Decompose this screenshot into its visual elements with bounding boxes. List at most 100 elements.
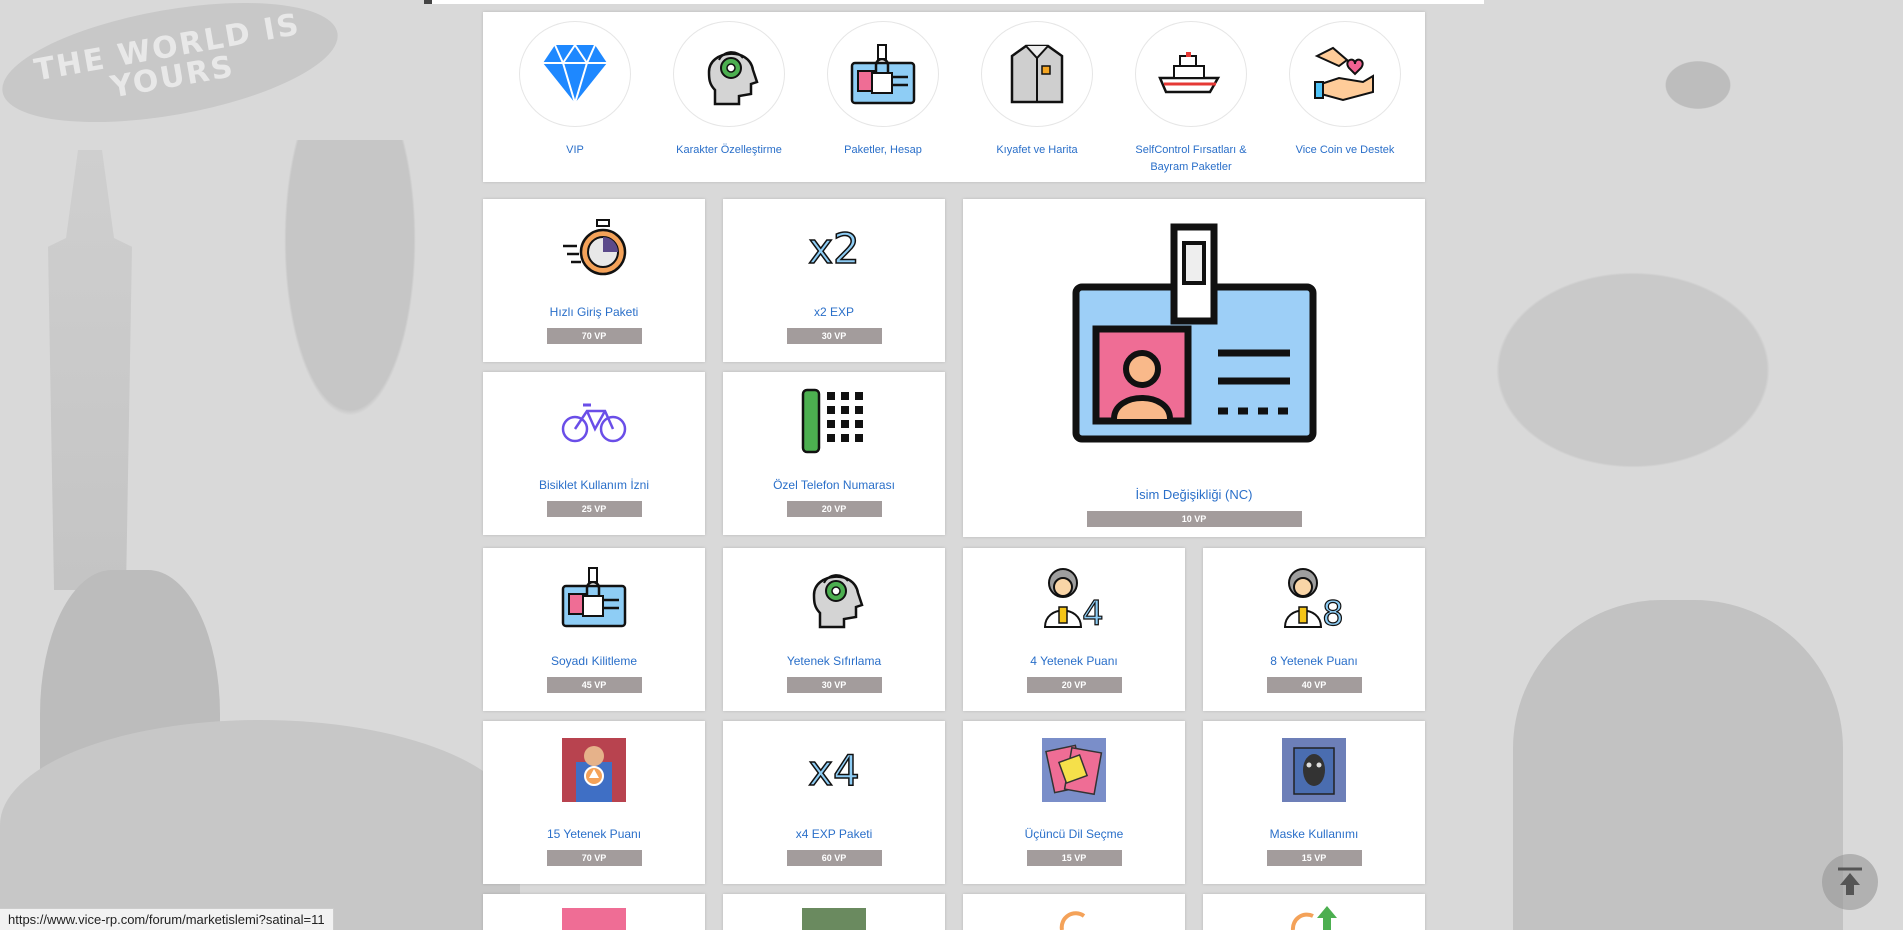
top-bar (424, 0, 1484, 4)
product-card-partial[interactable] (1203, 894, 1425, 930)
product-icon-wrap: x4 (801, 737, 867, 803)
phone-keypad-icon (801, 388, 863, 454)
product-name: 8 Yetenek Puanı (1270, 654, 1358, 668)
category-icon-circle (1289, 21, 1401, 127)
product-card-partial[interactable] (963, 894, 1185, 930)
product-price: 40 VP (1266, 677, 1362, 693)
locked-id-card-icon (850, 44, 916, 105)
hand-heart-icon (1314, 46, 1374, 102)
category-vip[interactable]: VIP (498, 12, 652, 182)
product-price: 20 VP (786, 501, 882, 517)
product-icon-wrap (561, 215, 627, 281)
palm-art (200, 140, 500, 640)
bicycle-icon (561, 403, 627, 443)
lighthouse-art (48, 150, 132, 590)
cards-photo-icon (1042, 738, 1106, 802)
product-name: İsim Değişikliği (NC) (1135, 487, 1253, 502)
product-icon-wrap: 8 (1281, 564, 1347, 630)
product-icon-wrap (561, 737, 627, 803)
svg-text:x2: x2 (808, 224, 860, 273)
car-art (0, 720, 520, 930)
category-strip: VIP Karakter Özelleştirme Paketler, Hesa… (483, 12, 1425, 182)
scientist-4-icon: 4 (1043, 568, 1104, 629)
product-name: Bisiklet Kullanım İzni (538, 478, 650, 492)
scientist-8-icon: 8 (1283, 568, 1344, 629)
character-art (1513, 600, 1843, 930)
product-name: Özel Telefon Numarası (773, 478, 895, 492)
product-icon-wrap: 4 (1041, 564, 1107, 630)
product-price: 20 VP (1026, 677, 1122, 693)
product-card[interactable]: x4 x4 EXP Paketi 60 VP (723, 721, 945, 884)
character-photo-icon (562, 738, 626, 802)
product-image-partial (802, 908, 866, 930)
product-card[interactable]: Yetenek Sıfırlama 30 VP (723, 548, 945, 711)
head-gear-icon (812, 574, 864, 629)
product-card[interactable]: Bisiklet Kullanım İzni 25 VP (483, 372, 705, 535)
product-price: 30 VP (786, 677, 882, 693)
product-card-featured[interactable]: İsim Değişikliği (NC) 10 VP (963, 199, 1425, 537)
mask-photo-icon (1282, 738, 1346, 802)
svg-text:4: 4 (1082, 594, 1104, 629)
upgrade-arrow-icon (1290, 906, 1337, 930)
head-gear-icon (707, 51, 759, 106)
arrow-up-icon (1838, 867, 1862, 895)
product-price: 70 VP (546, 850, 642, 866)
product-icon-wrap (561, 388, 627, 454)
product-card[interactable]: Soyadı Kilitleme 45 VP (483, 548, 705, 711)
product-icon-wrap (1072, 223, 1317, 453)
product-name: 15 Yetenek Puanı (546, 827, 642, 841)
refresh-arrow-icon (1059, 911, 1086, 930)
scroll-top-button[interactable] (1822, 854, 1878, 910)
ship-icon (1158, 52, 1221, 94)
product-name: Üçüncü Dil Seçme (1024, 827, 1124, 841)
product-card[interactable]: 4 4 Yetenek Puanı 20 VP (963, 548, 1185, 711)
id-badge-icon (1072, 223, 1316, 443)
product-name: x2 EXP (813, 305, 855, 319)
product-name: Yetenek Sıfırlama (786, 654, 882, 668)
category-icon-circle (981, 21, 1093, 127)
shirt-icon (1010, 44, 1064, 104)
product-icon-wrap (1041, 737, 1107, 803)
category-label: Kıyafet ve Harita (996, 144, 1078, 156)
category-icon-circle (1135, 21, 1247, 127)
category-icon-circle (673, 21, 785, 127)
svg-text:8: 8 (1322, 594, 1344, 629)
product-price: 15 VP (1026, 850, 1122, 866)
product-card[interactable]: Hızlı Giriş Paketi 70 VP (483, 199, 705, 362)
product-name: Hızlı Giriş Paketi (549, 305, 639, 319)
category-kiyafet[interactable]: Kıyafet ve Harita (960, 12, 1114, 182)
product-price: 25 VP (546, 501, 642, 517)
x4-icon: x4 (807, 745, 860, 795)
category-vice-coin[interactable]: Vice Coin ve Destek (1268, 12, 1422, 182)
product-name: 4 Yetenek Puanı (1030, 654, 1118, 668)
diamond-icon (543, 43, 607, 105)
product-card[interactable]: x2 x2 EXP 30 VP (723, 199, 945, 362)
category-selfcontrol[interactable]: SelfControl Fırsatları & Bayram Paketler (1114, 12, 1268, 182)
yacht-art (1423, 220, 1843, 520)
product-price: 30 VP (786, 328, 882, 344)
product-card[interactable]: Üçüncü Dil Seçme 15 VP (963, 721, 1185, 884)
product-icon-wrap (1281, 737, 1347, 803)
product-price: 70 VP (546, 328, 642, 344)
product-name: Soyadı Kilitleme (550, 654, 638, 668)
category-label: Karakter Özelleştirme (676, 144, 782, 156)
helicopter-art (1623, 30, 1773, 140)
product-card[interactable]: Özel Telefon Numarası 20 VP (723, 372, 945, 535)
status-url: https://www.vice-rp.com/forum/marketisle… (0, 908, 334, 930)
category-label: VIP (566, 144, 584, 156)
product-name: x4 EXP Paketi (795, 827, 873, 841)
product-card[interactable]: Maske Kullanımı 15 VP (1203, 721, 1425, 884)
product-card-partial[interactable] (483, 894, 705, 930)
product-icon-wrap (801, 388, 867, 454)
product-card-partial[interactable] (723, 894, 945, 930)
x2-icon: x2 (807, 223, 860, 273)
product-price: 60 VP (786, 850, 882, 866)
category-karakter[interactable]: Karakter Özelleştirme (652, 12, 806, 182)
category-icon-circle (827, 21, 939, 127)
product-card[interactable]: 8 8 Yetenek Puanı 40 VP (1203, 548, 1425, 711)
category-paketler[interactable]: Paketler, Hesap (806, 12, 960, 182)
product-icon-wrap: x2 (801, 215, 867, 281)
product-price: 10 VP (1086, 511, 1302, 527)
blimp-text: THE WORLD IS YOURS (31, 6, 304, 105)
product-card[interactable]: 15 Yetenek Puanı 70 VP (483, 721, 705, 884)
